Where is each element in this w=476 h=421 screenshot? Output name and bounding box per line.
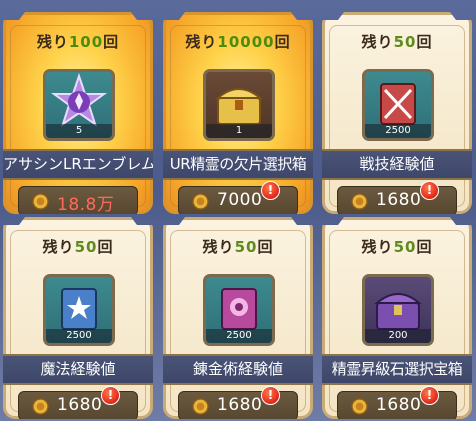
item-quantity: 1 — [206, 124, 272, 138]
remaining-suffix: 回 — [97, 238, 114, 256]
shop-grid: 残り100回 5 アサシンLRエンブレム 18.8万 残り10000回 1 UR… — [0, 0, 476, 421]
remaining-count: 10000 — [217, 33, 275, 51]
remaining-count-label: 残り50回 — [6, 236, 150, 257]
item-name: UR精霊の欠片選択箱 — [163, 149, 313, 180]
remaining-count-label: 残り100回 — [6, 31, 150, 52]
item-price: 1680 — [57, 395, 103, 415]
remaining-suffix: 回 — [257, 238, 274, 256]
gold-coin-bag-icon — [351, 398, 368, 415]
item-name: アサシンLRエンブレム — [3, 149, 153, 180]
item-price: 1680 — [217, 395, 263, 415]
item-icon-frame: 200 — [362, 274, 434, 346]
price-button[interactable]: 7000 ! — [178, 181, 298, 214]
gold-coin-bag-icon — [192, 398, 209, 415]
item-price: 1680 — [376, 395, 422, 415]
remaining-count-label: 残り50回 — [166, 236, 310, 257]
price-button[interactable]: 1680 ! — [18, 386, 138, 419]
remaining-suffix: 回 — [416, 33, 433, 51]
alert-badge-icon: ! — [420, 386, 439, 405]
item-icon-frame: 1 — [203, 69, 275, 141]
gold-coin-bag-icon — [32, 193, 49, 210]
remaining-count: 50 — [234, 238, 258, 256]
shop-item-card[interactable]: 残り50回 2500 錬金術経験値 1680 ! — [163, 217, 313, 419]
gold-coin-bag-icon — [351, 193, 368, 210]
gold-coin-bag-icon — [32, 398, 49, 415]
price-button[interactable]: 1680 ! — [178, 386, 298, 419]
item-name: 精霊昇級石選択宝箱 — [322, 354, 472, 385]
shop-item-card[interactable]: 残り50回 200 精霊昇級石選択宝箱 1680 ! — [322, 217, 472, 419]
remaining-suffix: 回 — [103, 33, 120, 51]
item-quantity: 2500 — [365, 124, 431, 138]
item-price: 7000 — [217, 190, 263, 210]
remaining-count: 100 — [68, 33, 104, 51]
item-price: 1680 — [376, 190, 422, 210]
remaining-count: 50 — [74, 238, 98, 256]
shop-item-card[interactable]: 残り100回 5 アサシンLRエンブレム 18.8万 — [3, 12, 153, 214]
item-icon-frame: 2500 — [43, 274, 115, 346]
item-name: 魔法経験値 — [3, 354, 153, 385]
shop-item-card[interactable]: 残り50回 2500 戦技経験値 1680 ! — [322, 12, 472, 214]
gold-coin-bag-icon — [192, 193, 209, 210]
alert-badge-icon: ! — [261, 181, 280, 200]
remaining-prefix: 残り — [185, 33, 218, 51]
remaining-prefix: 残り — [36, 33, 69, 51]
price-button[interactable]: 1680 ! — [337, 181, 457, 214]
item-price: 18.8万 — [57, 195, 115, 215]
alert-badge-icon: ! — [101, 386, 120, 405]
remaining-count-label: 残り50回 — [325, 31, 469, 52]
item-icon-frame: 5 — [43, 69, 115, 141]
remaining-prefix: 残り — [361, 33, 394, 51]
remaining-count-label: 残り50回 — [325, 236, 469, 257]
item-quantity: 5 — [46, 124, 112, 138]
remaining-prefix: 残り — [361, 238, 394, 256]
remaining-prefix: 残り — [42, 238, 75, 256]
remaining-count: 50 — [393, 238, 417, 256]
item-quantity: 200 — [365, 329, 431, 343]
item-name: 錬金術経験値 — [163, 354, 313, 385]
shop-item-card[interactable]: 残り50回 2500 魔法経験値 1680 ! — [3, 217, 153, 419]
price-button[interactable]: 18.8万 — [18, 186, 138, 215]
alert-badge-icon: ! — [420, 181, 439, 200]
item-name: 戦技経験値 — [322, 149, 472, 180]
alert-badge-icon: ! — [261, 386, 280, 405]
item-icon-frame: 2500 — [362, 69, 434, 141]
item-quantity: 2500 — [206, 329, 272, 343]
price-button[interactable]: 1680 ! — [337, 386, 457, 419]
remaining-count-label: 残り10000回 — [166, 31, 310, 52]
item-quantity: 2500 — [46, 329, 112, 343]
remaining-suffix: 回 — [416, 238, 433, 256]
remaining-count: 50 — [393, 33, 417, 51]
item-icon-frame: 2500 — [203, 274, 275, 346]
shop-item-card[interactable]: 残り10000回 1 UR精霊の欠片選択箱 7000 ! — [163, 12, 313, 214]
remaining-prefix: 残り — [202, 238, 235, 256]
remaining-suffix: 回 — [274, 33, 291, 51]
